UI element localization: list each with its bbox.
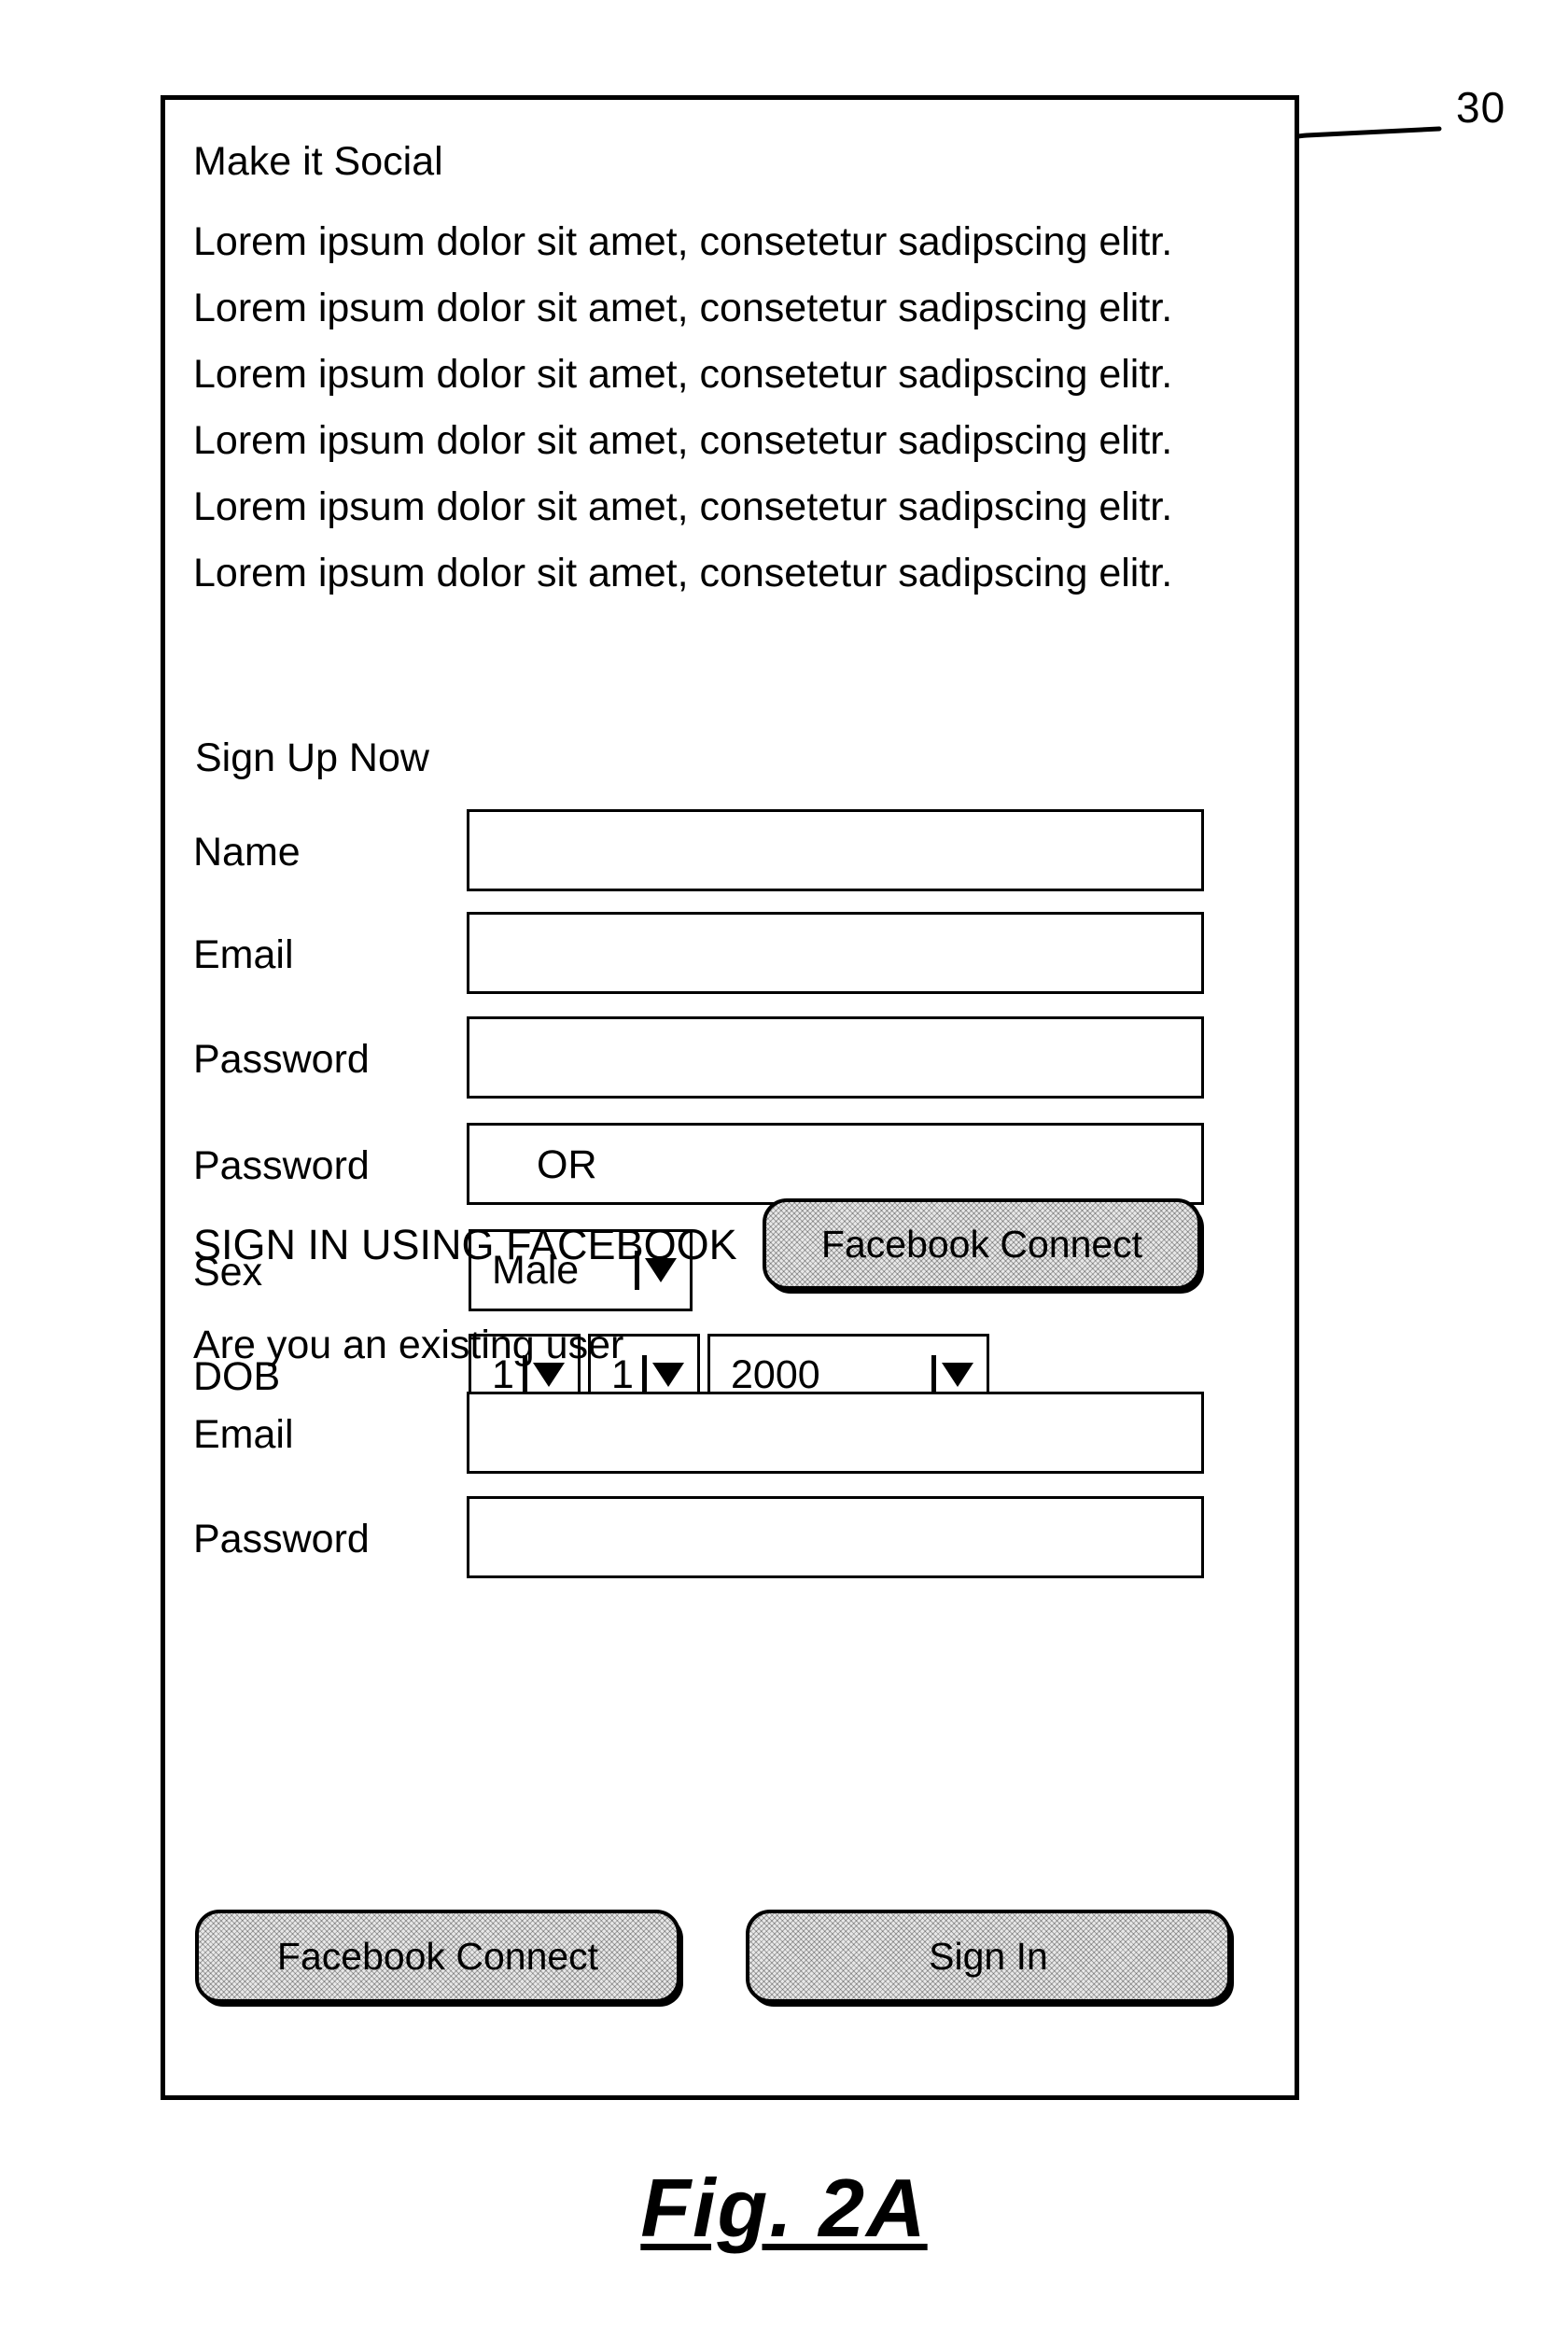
name-input[interactable]: [467, 809, 1204, 891]
dob-year-value: 2000: [731, 1352, 820, 1397]
name-label: Name: [193, 830, 301, 875]
form-row-existing-email: Email: [191, 1392, 1274, 1477]
password-confirm-label: Password: [193, 1143, 370, 1188]
form-row-existing-password: Password: [191, 1496, 1274, 1582]
facebook-connect-button-top-label: Facebook Connect: [820, 1223, 1143, 1266]
intro-paragraph: Lorem ipsum dolor sit amet, consetetur s…: [193, 219, 1173, 595]
figure-caption: Fig. 2A: [640, 2162, 928, 2254]
form-row-password: Password: [191, 1016, 1274, 1102]
or-separator-label: OR: [537, 1142, 597, 1187]
form-row-password-confirm: Password: [191, 1123, 1274, 1209]
facebook-signin-label: SIGN IN USING FACEBOOK: [193, 1221, 737, 1268]
existing-password-label: Password: [193, 1517, 370, 1561]
email-label: Email: [193, 932, 294, 977]
existing-email-input[interactable]: [467, 1392, 1204, 1474]
sign-in-button-label: Sign In: [929, 1935, 1048, 1978]
signup-section-heading: Sign Up Now: [195, 735, 429, 780]
facebook-connect-button-top[interactable]: Facebook Connect: [763, 1198, 1201, 1290]
bottom-button-row: Facebook Connect Sign In: [191, 1910, 1274, 2007]
form-row-email: Email: [191, 912, 1274, 998]
chevron-down-icon: [652, 1363, 684, 1387]
existing-password-input[interactable]: [467, 1496, 1204, 1578]
facebook-connect-button-bottom[interactable]: Facebook Connect: [195, 1910, 680, 2003]
existing-user-heading: Are you an existing user: [193, 1323, 624, 1367]
email-input[interactable]: [467, 912, 1204, 994]
facebook-signin-row: SIGN IN USING FACEBOOK Facebook Connect: [191, 1198, 1274, 1292]
password-input[interactable]: [467, 1016, 1204, 1099]
existing-email-label: Email: [193, 1412, 294, 1457]
password-label: Password: [193, 1037, 370, 1082]
separator-bar-icon: [642, 1355, 647, 1394]
sign-in-button[interactable]: Sign In: [746, 1910, 1231, 2003]
screen-content: Make it Social Lorem ipsum dolor sit ame…: [191, 120, 1274, 2080]
page-title: Make it Social: [193, 139, 443, 184]
facebook-connect-button-bottom-label: Facebook Connect: [276, 1935, 599, 1978]
device-screen-frame: Make it Social Lorem ipsum dolor sit ame…: [161, 95, 1299, 2100]
form-row-name: Name: [191, 809, 1274, 895]
separator-bar-icon: [931, 1355, 936, 1394]
chevron-down-icon: [942, 1363, 973, 1387]
reference-numeral-30: 30: [1456, 83, 1506, 132]
